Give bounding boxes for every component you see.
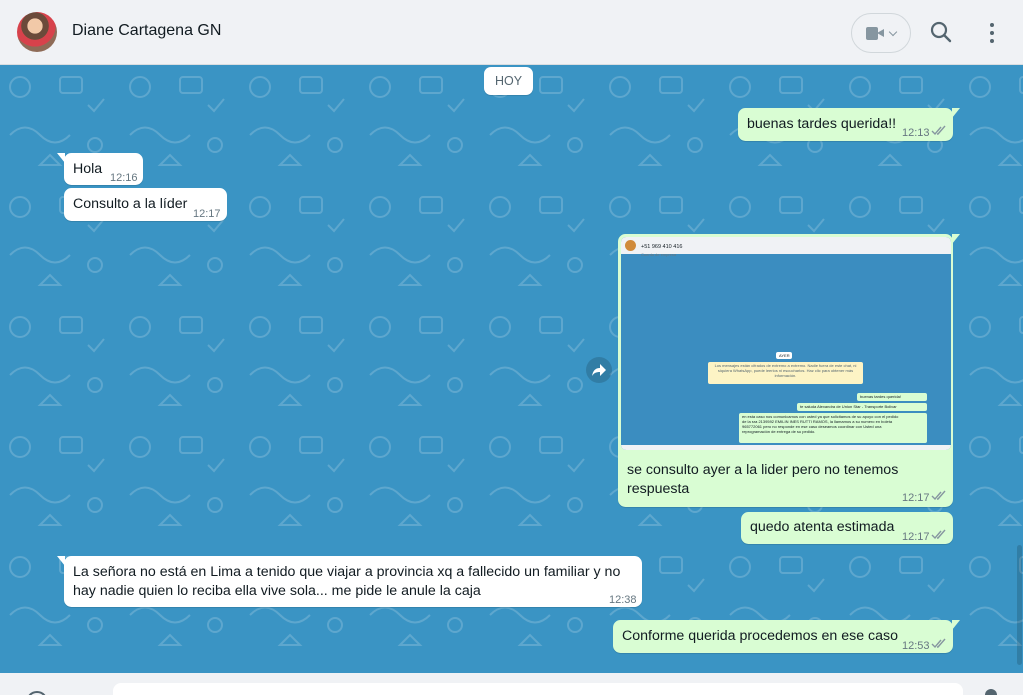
embedded-text: te saluda Alexandra de Union Star - Tran… (800, 404, 897, 409)
double-check-icon (931, 529, 946, 540)
message-text: quedo atenta estimada (750, 519, 895, 535)
embedded-day-chip: AYER (776, 352, 792, 359)
message-text: Consulto a la líder (73, 196, 188, 212)
emoji-icon[interactable] (26, 691, 48, 695)
outgoing-message[interactable]: quedo atenta estimada 12:17 (741, 512, 953, 544)
embedded-subtitle: Cuenta de empresa (641, 252, 677, 257)
dot-icon (990, 39, 994, 43)
double-check-icon (931, 490, 946, 501)
message-input[interactable] (113, 683, 963, 695)
day-divider: HOY (484, 67, 533, 95)
avatar[interactable] (17, 12, 57, 52)
bubble-tail (57, 556, 65, 566)
message-text: La señora no está en Lima a tenido que v… (73, 564, 621, 580)
message-text: Hola (73, 161, 103, 177)
message-time: 12:17 (902, 531, 930, 543)
embedded-text: buenas tardes querida! (860, 394, 901, 399)
voice-icon[interactable] (985, 689, 997, 695)
dot-icon (990, 31, 994, 35)
message-text: hay nadie quien lo reciba ella vive sola… (73, 583, 481, 599)
embedded-message: buenas tardes querida! (857, 393, 927, 401)
forward-button[interactable] (586, 357, 612, 383)
message-time: 12:17 (902, 492, 930, 504)
bubble-tail (952, 234, 960, 244)
image-caption: se consulto ayer a la lider pero no tene… (627, 462, 899, 478)
search-icon (930, 21, 952, 43)
bubble-tail (952, 108, 960, 118)
search-button[interactable] (928, 19, 954, 45)
bubble-tail (952, 620, 960, 630)
embedded-header: +51 969 410 416 Cuenta de empresa (621, 237, 951, 257)
message-text: buenas tardes querida!! (747, 116, 897, 132)
double-check-icon (931, 638, 946, 649)
contact-name[interactable]: Diane Cartagena GN (72, 22, 221, 40)
forward-icon (592, 364, 606, 376)
embedded-text: reprogramación de entrega de su pedido. (742, 429, 816, 434)
chat-area[interactable]: HOY buenas tardes querida!! 12:13 Hola 1… (0, 65, 1023, 673)
outgoing-message[interactable]: buenas tardes querida!! 12:13 (738, 108, 960, 141)
message-time: 12:16 (110, 172, 138, 184)
outgoing-image-message[interactable]: +51 969 410 416 Cuenta de empresa AYER L… (618, 234, 960, 507)
embedded-encryption-notice: Los mensajes están cifrados de extremo a… (708, 362, 863, 384)
composer-bar (0, 673, 1023, 695)
double-check-icon (931, 125, 946, 136)
incoming-message[interactable]: La señora no está en Lima a tenido que v… (57, 556, 642, 607)
message-time: 12:53 (902, 640, 930, 652)
video-camera-icon (866, 26, 884, 40)
outgoing-message[interactable]: Conforme querida procedemos en ese caso … (613, 620, 960, 653)
chat-header: Diane Cartagena GN (0, 0, 1023, 65)
scrollbar[interactable] (1017, 545, 1022, 665)
embedded-message: te saluda Alexandra de Union Star - Tran… (797, 403, 927, 411)
image-caption: respuesta (627, 481, 690, 497)
embedded-message: en esta caso nos comunicamos con usted y… (739, 413, 927, 443)
chevron-down-icon (888, 27, 898, 36)
message-time: 12:38 (609, 594, 637, 606)
message-time: 12:13 (902, 127, 930, 139)
embedded-avatar (625, 240, 636, 251)
kebab-menu-button[interactable] (982, 20, 1002, 46)
bubble-tail (57, 153, 65, 163)
embedded-composer (621, 445, 951, 450)
video-call-button[interactable] (851, 13, 911, 53)
message-text: Conforme querida procedemos en ese caso (622, 628, 899, 644)
incoming-message[interactable]: Hola 12:16 (57, 153, 143, 185)
dot-icon (990, 23, 994, 27)
incoming-message[interactable]: Consulto a la líder 12:17 (64, 188, 227, 221)
message-time: 12:17 (193, 208, 221, 220)
image-attachment[interactable]: +51 969 410 416 Cuenta de empresa AYER L… (621, 237, 951, 450)
